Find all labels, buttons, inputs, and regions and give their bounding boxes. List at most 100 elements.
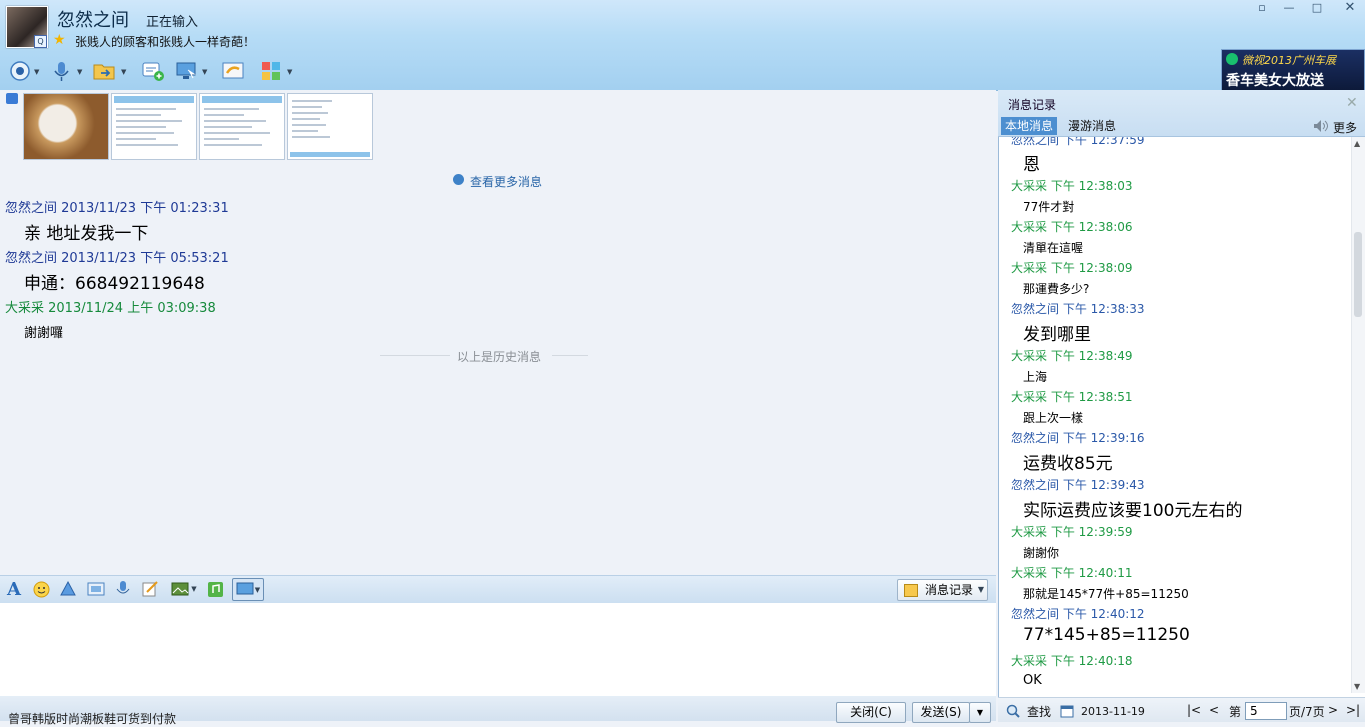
message-header: 大采采 2013/11/24 上午 03:09:38 [5,301,216,316]
ad-banner-line1: 微视2013广州车展 [1242,54,1336,67]
image-thumbnail[interactable] [23,93,109,160]
image-send-icon[interactable]: ▼ [170,580,198,598]
gif-icon[interactable] [87,580,105,598]
log-entry-text: 77件才對 [1023,200,1075,214]
calendar-icon[interactable] [1060,704,1074,721]
input-toolbar: A ▼ ▼ 消息记录 ▼ [0,575,996,603]
log-entry-text: 实际运费应该要100元左右的 [1023,501,1243,521]
message-header: 忽然之间 2013/11/23 下午 01:23:31 [5,201,229,216]
maximize-button[interactable]: □ [1307,0,1327,16]
history-log-list[interactable]: 忽然之间 下午 12:37:59 恩 大采采 下午 12:38:03 77件才對… [998,137,1350,693]
page-total-label: 页/7页 [1289,705,1325,719]
log-entry-header: 忽然之间 下午 12:39:43 [1011,478,1145,492]
chevron-down-icon: ▼ [977,585,984,594]
scroll-down-icon[interactable]: ▼ [1354,682,1360,691]
log-entry-text: 上海 [1023,370,1048,384]
chevron-down-icon[interactable]: ▼ [202,68,207,76]
image-thumbnail[interactable] [111,93,197,160]
log-entry-text: 运费收85元 [1023,454,1113,474]
log-entry-header: 忽然之间 下午 12:39:16 [1011,431,1145,445]
emoji-icon[interactable] [32,580,50,598]
chevron-down-icon[interactable]: ▼ [121,68,126,76]
skin-button[interactable]: ▫ [1252,0,1272,16]
prev-page-icon[interactable]: < [1209,703,1219,717]
image-thumbnail[interactable] [287,93,373,160]
log-entry-header: 忽然之间 下午 12:38:33 [1011,302,1145,316]
log-entry-text: 清單在這喔 [1023,241,1084,255]
log-entry-text: 恩 [1023,155,1040,175]
view-more-messages-link[interactable]: 查看更多消息 [470,173,542,190]
more-button[interactable]: 更多 [1333,119,1357,136]
voice-call-icon[interactable] [47,58,75,84]
minimize-button[interactable]: — [1279,0,1299,16]
log-entry-header: 大采采 下午 12:38:51 [1011,390,1133,404]
message-text: 申通：668492119648 [24,274,205,294]
message-history-label: 消息记录 [925,583,974,597]
log-entry-text: 謝謝你 [1023,546,1060,560]
chevron-down-icon[interactable]: ▼ [287,68,292,76]
qq-badge-icon: Q [34,35,47,48]
search-icon[interactable] [1006,704,1020,721]
chat-history-area[interactable]: 查看更多消息 忽然之间 2013/11/23 下午 01:23:31 亲 地址发… [0,90,996,575]
log-entry-text: 77*145+85=11250 [1023,625,1190,645]
log-entry-text: 那就是145*77件+85=11250 [1023,587,1189,601]
send-options-chevron-icon[interactable]: ▼ [969,702,991,723]
group-chat-icon[interactable] [139,58,167,84]
file-transfer-icon[interactable] [90,58,118,84]
weishi-logo-icon [1226,53,1238,65]
voice-message-icon[interactable] [114,580,132,598]
contact-signature: 张贱人的顾客和张贱人一样奇葩！ [75,35,256,49]
log-entry-header: 大采采 下午 12:40:11 [1011,566,1133,580]
bottom-ad-text[interactable]: 曾哥韩版时尚潮板鞋可货到付款 [8,710,176,727]
image-thumbnail[interactable] [199,93,285,160]
log-entry-text: 发到哪里 [1023,325,1091,345]
search-button[interactable]: 查找 [1027,703,1051,720]
history-icon [904,584,918,597]
ad-banner[interactable]: 微视2013广州车展 香车美女大放送 [1221,49,1365,91]
apps-icon[interactable] [257,58,285,84]
log-entry-header: 大采采 下午 12:38:06 [1011,220,1133,234]
screen-share-icon[interactable] [219,58,247,84]
scroll-up-icon[interactable]: ▲ [1354,139,1360,148]
screenshot-icon[interactable]: ▼ [232,578,264,601]
speaker-icon[interactable] [1313,119,1329,133]
shake-icon[interactable] [59,580,77,598]
tab-roaming-messages[interactable]: 漫游消息 [1068,117,1116,135]
video-call-icon[interactable] [6,58,34,84]
log-entry-header: 忽然之间 下午 12:37:59 [1011,137,1145,147]
music-share-icon[interactable] [206,580,224,598]
remote-desktop-icon[interactable] [173,58,201,84]
page-number-input[interactable]: 5 [1245,702,1287,720]
message-text: 謝謝囉 [24,326,64,341]
tab-local-messages[interactable]: 本地消息 [1001,117,1057,135]
history-scrollbar[interactable]: ▲ ▼ [1351,137,1365,693]
next-page-icon[interactable]: > [1328,703,1338,717]
chevron-down-icon[interactable]: ▼ [34,68,39,76]
date-picker[interactable]: 2013-11-19 [1081,705,1145,718]
log-entry-header: 大采采 下午 12:38:09 [1011,261,1133,275]
close-panel-icon[interactable]: ✕ [1346,95,1358,111]
clock-icon [453,174,464,185]
ad-banner-line2: 香车美女大放送 [1226,73,1324,89]
log-entry-header: 大采采 下午 12:38:49 [1011,349,1133,363]
message-input[interactable] [0,603,996,696]
message-header: 忽然之间 2013/11/23 下午 05:53:21 [5,251,229,266]
log-entry: 忽然之间 下午 12:37:59 [1011,137,1145,148]
log-entry-header: 大采采 下午 12:38:03 [1011,179,1133,193]
font-icon[interactable]: A [5,579,23,600]
chevron-down-icon[interactable]: ▼ [77,68,82,76]
send-button[interactable]: 发送(S) [912,702,970,723]
typing-status: 正在输入 [146,15,199,30]
close-button[interactable]: 关闭(C) [836,702,906,723]
doodle-icon[interactable] [141,580,159,598]
divider [380,355,450,356]
close-window-button[interactable]: ✕ [1340,0,1360,16]
log-entry-header: 大采采 下午 12:40:18 [1011,654,1133,668]
contact-name[interactable]: 忽然之间 [57,6,129,32]
first-page-icon[interactable]: |< [1187,703,1201,717]
message-history-button[interactable]: 消息记录 ▼ [897,579,988,601]
log-entry-header: 大采采 下午 12:39:59 [1011,525,1133,539]
star-icon: ★ [53,32,66,48]
last-page-icon[interactable]: >| [1346,703,1360,717]
scrollbar-thumb[interactable] [1354,232,1362,317]
